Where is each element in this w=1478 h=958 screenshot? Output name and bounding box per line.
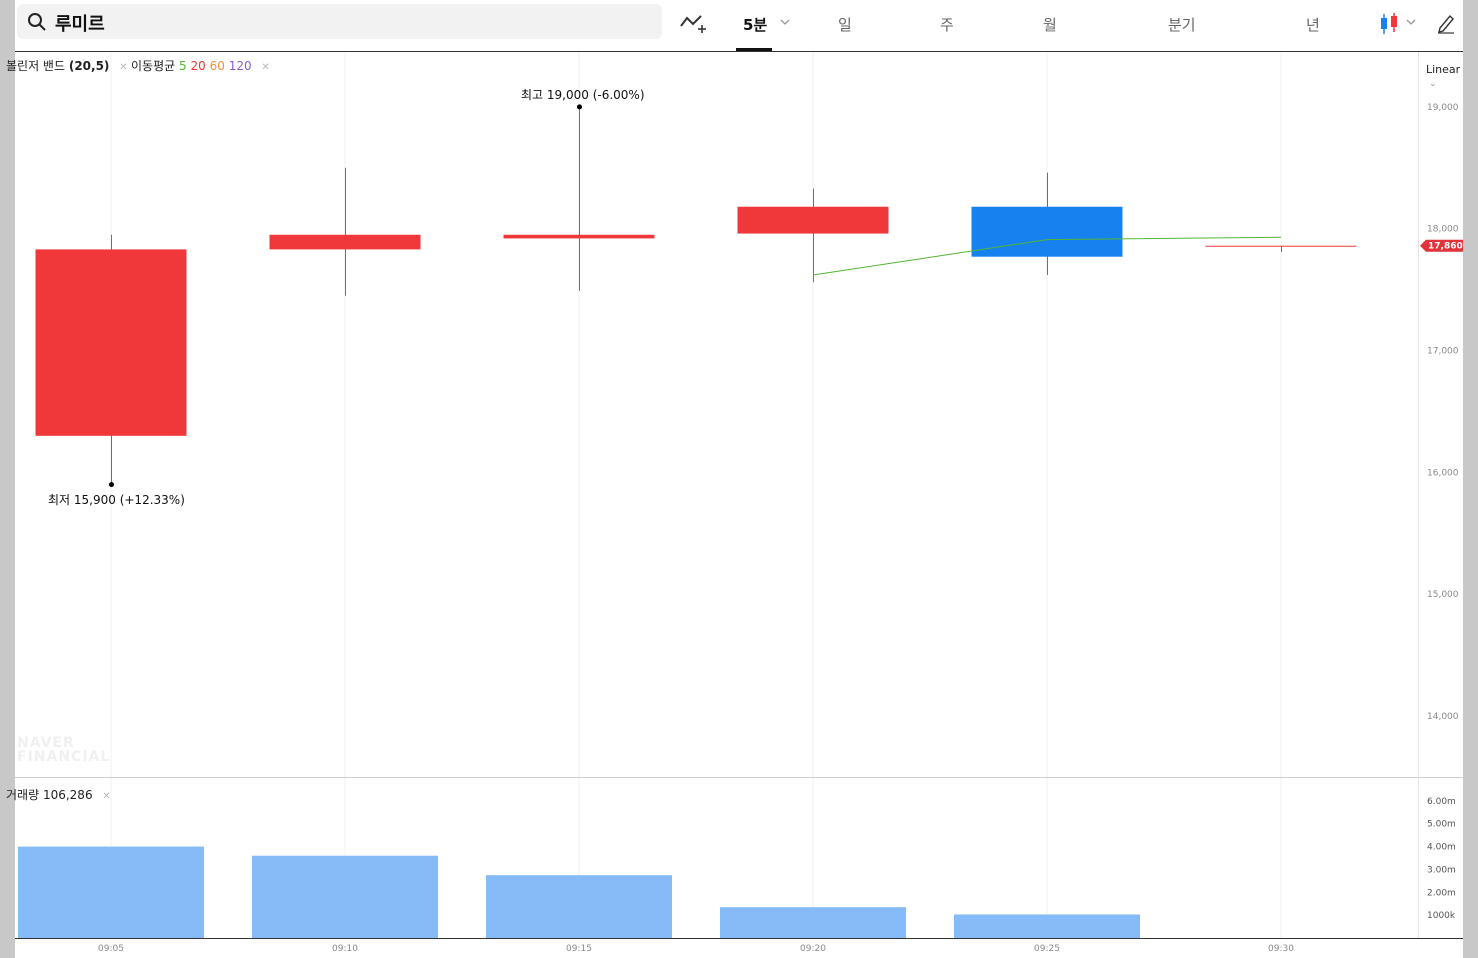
close-icon[interactable]: ✕ <box>102 791 110 802</box>
volume-legend[interactable]: 거래량 106,286 ✕ <box>6 786 111 803</box>
high-marker-dot <box>577 104 582 110</box>
volume-legend-value: 106,286 <box>42 788 93 802</box>
naver-financial-watermark: NAVER FINANCIAL <box>17 736 110 764</box>
grid-lines <box>110 52 1282 938</box>
ma-legend-period-5: 5 <box>179 59 187 73</box>
bollinger-legend[interactable]: 볼린저 밴드 (20,5) ✕ <box>6 57 128 74</box>
high-price-annotation: 최고 19,000 (-6.00%) <box>521 87 645 102</box>
chevron-down-icon[interactable] <box>1406 19 1416 26</box>
volume-tick-label: 5.00m <box>1427 820 1456 830</box>
candle-body <box>1205 245 1357 247</box>
close-icon[interactable]: ✕ <box>119 62 127 73</box>
volume-tick-label: 2.00m <box>1427 888 1456 898</box>
period-tab-5min[interactable]: 5분 <box>743 14 767 35</box>
volume-legend-name: 거래량 <box>6 788 40 802</box>
ma-legend-period-120: 120 <box>228 59 252 73</box>
candle-body <box>971 206 1123 257</box>
volume-tick-label: 6.00m <box>1427 797 1456 807</box>
volume-bar <box>720 907 906 938</box>
draw-pencil-icon[interactable] <box>1436 12 1456 34</box>
active-period-underline <box>736 48 772 51</box>
chevron-down-icon: ⌄ <box>1429 79 1437 89</box>
candlestick-series <box>35 106 1357 485</box>
ma-legend-name: 이동평균 <box>131 59 176 73</box>
axes: 14,000 15,000 16,000 17,000 18,000 19,000 1000… <box>15 52 1463 954</box>
stock-chart-app: 루미르 5분 일 주 월 분기 년 14,000 15,000 16,000 1… <box>6 0 1463 958</box>
low-marker-dot <box>109 482 114 488</box>
scale-mode-selector[interactable]: Linear ⌄ <box>1426 63 1463 89</box>
period-tab-year[interactable]: 년 <box>1306 14 1320 35</box>
chart-area[interactable]: 14,000 15,000 16,000 17,000 18,000 19,000 1000… <box>6 52 1463 958</box>
volume-bar <box>486 875 672 938</box>
time-tick-label: 09:05 <box>98 944 124 954</box>
ma-legend-period-60: 60 <box>209 59 225 73</box>
price-tick-label: 17,000 <box>1427 347 1459 357</box>
time-tick-label: 09:30 <box>1268 944 1294 954</box>
price-tick-label: 14,000 <box>1427 712 1459 722</box>
stock-search-box[interactable]: 루미르 <box>17 4 662 39</box>
candle-body <box>503 234 655 239</box>
time-tick-label: 09:10 <box>332 944 358 954</box>
ma-legend-period-20: 20 <box>190 59 206 73</box>
chevron-down-icon[interactable] <box>780 19 790 26</box>
time-tick-label: 09:15 <box>566 944 592 954</box>
watermark-line-2: FINANCIAL <box>17 749 111 765</box>
period-tab-day[interactable]: 일 <box>838 14 852 35</box>
candlestick-type-icon[interactable] <box>1379 12 1401 36</box>
price-tick-label: 19,000 <box>1427 103 1459 113</box>
volume-tick-label: 3.00m <box>1427 865 1456 875</box>
bollinger-legend-params: (20,5) <box>68 59 110 73</box>
candle-body <box>269 234 421 250</box>
watermark-line-1: NAVER <box>17 735 75 751</box>
current-price-tag: 17,860 <box>1420 239 1463 252</box>
time-tick-label: 09:20 <box>800 944 826 954</box>
volume-bar <box>954 914 1140 938</box>
volume-tick-label: 4.00m <box>1427 843 1456 853</box>
search-input-value[interactable]: 루미르 <box>55 10 105 36</box>
candle-body <box>737 206 889 234</box>
volume-bar <box>252 855 438 938</box>
price-tick-label: 18,000 <box>1427 225 1459 235</box>
scale-mode-label: Linear <box>1426 63 1461 76</box>
volume-tick-label: 1000k <box>1427 911 1456 921</box>
low-price-annotation: 최저 15,900 (+12.33%) <box>48 492 185 507</box>
price-tick-label: 16,000 <box>1427 468 1459 478</box>
chart-toolbar: 루미르 5분 일 주 월 분기 년 <box>15 0 1463 52</box>
add-indicator-icon[interactable] <box>679 12 707 36</box>
period-tab-month[interactable]: 월 <box>1043 14 1057 35</box>
current-price-tag-label: 17,860 <box>1428 242 1463 252</box>
moving-average-legend[interactable]: 이동평균 5 20 60 120 ✕ <box>131 57 270 74</box>
bollinger-legend-name: 볼린저 밴드 <box>6 59 66 73</box>
period-tab-quarter[interactable]: 분기 <box>1168 14 1196 35</box>
close-icon[interactable]: ✕ <box>261 62 269 73</box>
candle-body <box>35 249 187 436</box>
search-icon <box>28 13 46 31</box>
time-tick-label: 09:25 <box>1034 944 1060 954</box>
volume-bar <box>18 846 204 938</box>
period-tab-week[interactable]: 주 <box>940 14 954 35</box>
price-tick-label: 15,000 <box>1427 590 1459 600</box>
chart-canvas[interactable]: 14,000 15,000 16,000 17,000 18,000 19,000 1000… <box>15 52 1463 958</box>
